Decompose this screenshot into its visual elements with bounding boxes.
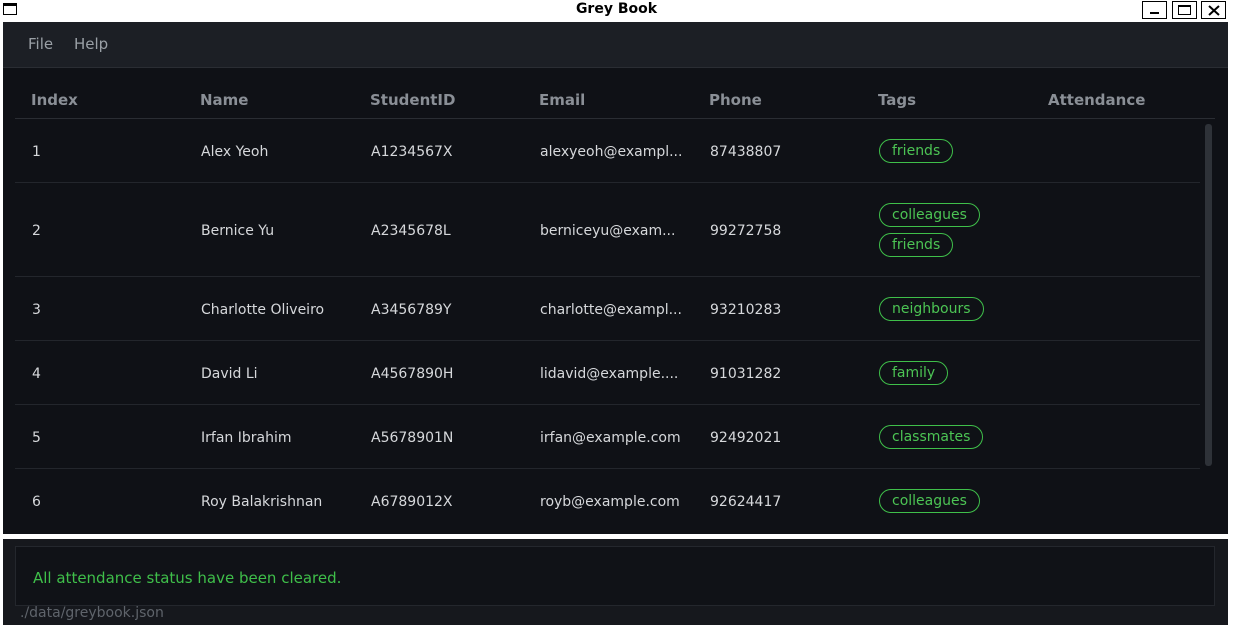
cell-studentid: A5678901N bbox=[371, 430, 454, 446]
tag-badge: friends bbox=[879, 139, 954, 163]
result-message: All attendance status have been cleared. bbox=[33, 569, 342, 587]
cell-studentid: A6789012X bbox=[371, 494, 453, 510]
column-header-name[interactable]: Name bbox=[200, 91, 248, 109]
menu-file[interactable]: File bbox=[28, 35, 53, 53]
window-titlebar: Grey Book bbox=[0, 0, 1233, 21]
cell-name: Irfan Ibrahim bbox=[201, 430, 292, 446]
table-row[interactable]: 3 Charlotte Oliveiro A3456789Y charlotte… bbox=[15, 277, 1200, 341]
cell-name: Alex Yeoh bbox=[201, 144, 269, 160]
cell-phone: 99272758 bbox=[710, 223, 782, 239]
app-window: File Help Index Name StudentID Email Pho… bbox=[3, 22, 1228, 625]
tag-badge: colleagues bbox=[879, 203, 980, 227]
tag-badge: colleagues bbox=[879, 489, 980, 513]
table-scrollbar[interactable] bbox=[1205, 124, 1212, 466]
maximize-icon[interactable] bbox=[1172, 1, 1197, 19]
cell-name: Charlotte Oliveiro bbox=[201, 302, 325, 318]
cell-email: irfan@example.com bbox=[540, 430, 681, 446]
minimize-icon[interactable] bbox=[1142, 1, 1167, 19]
cell-name: Roy Balakrishnan bbox=[201, 494, 323, 510]
status-bar-path: ./data/greybook.json bbox=[20, 605, 164, 621]
person-table: Index Name StudentID Email Phone Tags At… bbox=[3, 68, 1228, 536]
table-row[interactable]: 1 Alex Yeoh A1234567X alexyeoh@exampl...… bbox=[15, 119, 1200, 183]
tag-badge: friends bbox=[879, 233, 954, 257]
cell-phone: 92624417 bbox=[710, 494, 782, 510]
cell-phone: 92492021 bbox=[710, 430, 782, 446]
result-display: All attendance status have been cleared. bbox=[15, 546, 1215, 606]
cell-email: alexyeoh@exampl... bbox=[540, 144, 683, 160]
cell-index: 3 bbox=[32, 302, 41, 318]
column-header-studentid[interactable]: StudentID bbox=[370, 91, 455, 109]
cell-index: 1 bbox=[32, 144, 41, 160]
cell-studentid: A3456789Y bbox=[371, 302, 452, 318]
tag-badge: classmates bbox=[879, 425, 984, 449]
close-icon[interactable] bbox=[1201, 1, 1226, 19]
cell-studentid: A1234567X bbox=[371, 144, 453, 160]
cell-email: lidavid@example.... bbox=[540, 366, 679, 382]
table-row[interactable]: 6 Roy Balakrishnan A6789012X royb@exampl… bbox=[15, 469, 1200, 532]
tag-badge: neighbours bbox=[879, 297, 984, 321]
cell-phone: 87438807 bbox=[710, 144, 782, 160]
cell-index: 2 bbox=[32, 223, 41, 239]
tag-badge: family bbox=[879, 361, 949, 385]
window-title: Grey Book bbox=[575, 1, 658, 17]
cell-index: 5 bbox=[32, 430, 41, 446]
cell-index: 6 bbox=[32, 494, 41, 510]
cell-name: Bernice Yu bbox=[201, 223, 275, 239]
menu-help[interactable]: Help bbox=[74, 35, 108, 53]
menu-bar: File Help bbox=[3, 22, 1228, 68]
cell-index: 4 bbox=[32, 366, 41, 382]
table-row[interactable]: 5 Irfan Ibrahim A5678901N irfan@example.… bbox=[15, 405, 1200, 469]
table-header: Index Name StudentID Email Phone Tags At… bbox=[15, 68, 1215, 119]
cell-phone: 93210283 bbox=[710, 302, 782, 318]
column-header-attendance[interactable]: Attendance bbox=[1048, 91, 1145, 109]
cell-email: berniceyu@exam... bbox=[540, 223, 676, 239]
column-header-tags[interactable]: Tags bbox=[878, 91, 916, 109]
column-header-index[interactable]: Index bbox=[31, 91, 78, 109]
window-border bbox=[1228, 22, 1233, 627]
cell-studentid: A2345678L bbox=[371, 223, 451, 239]
cell-email: royb@example.com bbox=[540, 494, 680, 510]
cell-phone: 91031282 bbox=[710, 366, 782, 382]
result-panel: All attendance status have been cleared.… bbox=[3, 539, 1228, 625]
cell-name: David Li bbox=[201, 366, 258, 382]
column-header-email[interactable]: Email bbox=[539, 91, 585, 109]
cell-email: charlotte@exampl... bbox=[540, 302, 682, 318]
table-row[interactable]: 2 Bernice Yu A2345678L berniceyu@exam...… bbox=[15, 183, 1200, 277]
cell-studentid: A4567890H bbox=[371, 366, 454, 382]
column-header-phone[interactable]: Phone bbox=[709, 91, 762, 109]
table-row[interactable]: 4 David Li A4567890H lidavid@example....… bbox=[15, 341, 1200, 405]
